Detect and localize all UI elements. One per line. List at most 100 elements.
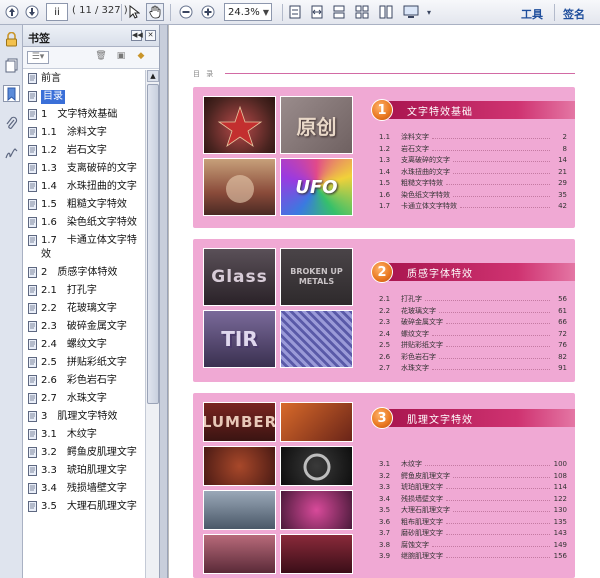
bookmark-item[interactable]: 3.3 琥珀肌理文字 (23, 462, 145, 480)
toc-entry-title: 卡通立体文字特效 (401, 202, 457, 210)
toc-leader-dots (453, 472, 550, 478)
bookmark-icon (28, 357, 37, 368)
bookmark-item[interactable]: 2.4 螺纹文字 (23, 336, 145, 354)
bookmark-item[interactable]: 1.4 水珠扭曲的文字 (23, 178, 145, 196)
single-page-button[interactable] (332, 3, 346, 21)
bookmark-item[interactable]: 2.2 花玻璃文字 (23, 300, 145, 318)
toc-entry[interactable]: 2.1 打孔字 56 (379, 294, 567, 306)
next-page-button[interactable] (24, 3, 40, 21)
bookmark-item[interactable]: 1.7 卡通立体文字特效 (23, 232, 145, 264)
toc-entry[interactable]: 2.3 破碎金属文字 66 (379, 317, 567, 329)
page-header-label: 目 录 (193, 70, 216, 78)
two-page-button[interactable] (354, 3, 370, 21)
toc-entry[interactable]: 3.8 腐蚀文字 149 (379, 540, 567, 552)
scroll-mode-button[interactable] (378, 3, 394, 21)
toc-entry[interactable]: 3.7 磨砂肌理文字 143 (379, 528, 567, 540)
display-mode-button[interactable] (400, 3, 422, 21)
toc-entry[interactable]: 2.7 水珠文字 91 (379, 363, 567, 375)
toc-entry-title: 琥珀肌理文字 (401, 483, 443, 491)
toc-entry[interactable]: 1.4 水珠扭曲的文字 21 (379, 167, 567, 179)
attachment-icon[interactable] (3, 115, 20, 132)
fit-width-icon (311, 5, 323, 19)
bookmark-scrollbar[interactable]: ▲ (145, 70, 159, 578)
toc-entry[interactable]: 3.2 鳄鱼皮肌理文字 108 (379, 471, 567, 483)
bookmark-item[interactable]: 3.1 木纹字 (23, 426, 145, 444)
bookmark-item[interactable]: 前言 (23, 70, 145, 88)
hand-tool-button[interactable] (146, 3, 164, 21)
bookmark-item[interactable]: 1.5 粗糙文字特效 (23, 196, 145, 214)
lock-icon[interactable] (3, 31, 20, 48)
bookmark-item[interactable]: 3 肌理文字特效 (23, 408, 145, 426)
bookmark-item[interactable]: 3.2 鳄鱼皮肌理文字 (23, 444, 145, 462)
zoom-out-button[interactable] (178, 3, 194, 21)
toc-entry-title: 水珠文字 (401, 364, 429, 372)
toc-entry[interactable]: 1.5 粗糙文字特效 29 (379, 178, 567, 190)
toc-entry-title: 水珠扭曲的文字 (401, 167, 450, 176)
bookmark-label: 前言 (41, 73, 61, 84)
toc-entry[interactable]: 3.4 残损墙壁文字 122 (379, 494, 567, 506)
new-bookmark-icon[interactable]: ▣ (113, 51, 129, 64)
document-viewport[interactable]: 目 录 原创 UFO 文字特效基础 1 1.1 涂料文字 2 1.2 岩石文字 8 1. (168, 25, 600, 578)
toc-entry[interactable]: 2.4 螺纹文字 72 (379, 329, 567, 341)
bookmark-item[interactable]: 目录 (23, 88, 145, 106)
toc-entry[interactable]: 3.6 粗布肌理文字 135 (379, 517, 567, 529)
toc-entry[interactable]: 1.6 染色纸文字特效 35 (379, 190, 567, 202)
sign-menu[interactable]: 签名 (563, 6, 585, 22)
toc-entry[interactable]: 3.1 木纹字 100 (379, 459, 567, 471)
panel-splitter[interactable] (160, 25, 168, 578)
toc-leader-dots (432, 330, 550, 336)
zoom-level-select[interactable]: 24.3% ▼ (224, 3, 272, 21)
tools-menu[interactable]: 工具 (521, 6, 543, 22)
chevron-down-icon[interactable]: ▾ (425, 3, 433, 21)
bookmark-item[interactable]: 1.6 染色纸文字特效 (23, 214, 145, 232)
signature-icon[interactable] (3, 145, 20, 162)
bookmark-item[interactable]: 1.2 岩石文字 (23, 142, 145, 160)
options-menu-icon[interactable]: ☰▾ (27, 51, 49, 64)
scroll-up-icon[interactable]: ▲ (147, 70, 159, 82)
previous-page-button[interactable] (4, 3, 20, 21)
bookmark-item[interactable]: 1.1 涂料文字 (23, 124, 145, 142)
chapter-toc: 2.1 打孔字 56 2.2 花玻璃文字 61 2.3 破碎金属文字 66 2.4 螺纹文字 72 2.… (379, 294, 567, 375)
toc-entry[interactable]: 1.3 支离破碎的文字 14 (379, 155, 567, 167)
zoom-in-button[interactable] (200, 3, 216, 21)
bookmark-item[interactable]: 2.5 拼贴彩纸文字 (23, 354, 145, 372)
bookmark-icon[interactable] (3, 85, 20, 102)
bookmark-item[interactable]: 2.3 破碎金属文字 (23, 318, 145, 336)
scroll-thumb[interactable] (147, 84, 159, 404)
bookmark-item[interactable]: 2.1 打孔字 (23, 282, 145, 300)
bookmark-icon (28, 429, 37, 440)
bookmark-item[interactable]: 3.5 大理石肌理文字 (23, 498, 145, 516)
toc-entry[interactable]: 2.5 拼贴彩纸文字 76 (379, 340, 567, 352)
toc-entry[interactable]: 1.7 卡通立体文字特效 42 (379, 201, 567, 213)
thumbnail-image (280, 310, 353, 368)
chapter-thumbnails: Glass BROKEN UP METALS TIR (203, 248, 355, 370)
collapse-panel-button[interactable]: ◀◀ (131, 30, 143, 41)
toc-entry[interactable]: 3.5 大理石肌理文字 130 (379, 505, 567, 517)
toc-entry-number: 1.5 (379, 179, 391, 187)
fit-page-button[interactable] (288, 3, 302, 21)
bookmarks-panel-title: 书签 (28, 32, 50, 45)
page-header-rule (225, 73, 575, 74)
toc-entry[interactable]: 1.1 涂料文字 2 (379, 132, 567, 144)
toc-entry[interactable]: 3.9 继腕肌理文字 156 (379, 551, 567, 563)
delete-bookmark-icon[interactable]: 🗑 (93, 51, 109, 64)
tag-bookmark-icon[interactable]: ◆ (133, 51, 149, 64)
bookmark-item[interactable]: 2 质感字体特效 (23, 264, 145, 282)
toc-entry[interactable]: 1.2 岩石文字 8 (379, 144, 567, 156)
close-panel-button[interactable]: ✕ (145, 30, 156, 41)
bookmark-item[interactable]: 2.7 水珠文字 (23, 390, 145, 408)
toc-entry[interactable]: 2.6 彩色岩石字 82 (379, 352, 567, 364)
page-number-input[interactable]: ii (46, 3, 68, 21)
select-tool-button[interactable] (126, 3, 142, 21)
bookmark-item[interactable]: 3.4 残损墙壁文字 (23, 480, 145, 498)
toc-entry[interactable]: 3.3 琥珀肌理文字 114 (379, 482, 567, 494)
pages-icon[interactable] (3, 57, 20, 74)
bookmark-item[interactable]: 1 文字特效基础 (23, 106, 145, 124)
toc-entry[interactable]: 2.2 花玻璃文字 61 (379, 306, 567, 318)
bookmark-item[interactable]: 2.6 彩色岩石字 (23, 372, 145, 390)
bookmark-label: 1.2 岩石文字 (41, 145, 107, 156)
fit-width-button[interactable] (310, 3, 324, 21)
bookmark-item[interactable]: 1.3 支离破碎的文字 (23, 160, 145, 178)
bookmark-label: 2.3 破碎金属文字 (41, 321, 127, 332)
bookmark-label: 3 肌理文字特效 (41, 411, 118, 422)
